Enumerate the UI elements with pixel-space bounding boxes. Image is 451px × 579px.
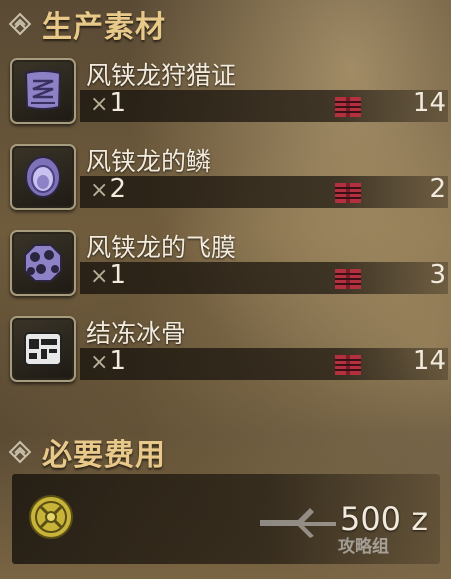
item-name: 风铗龙的飞膜 [86,233,237,262]
item-name: 风铗龙的鳞 [86,147,212,176]
material-row[interactable]: 风铗龙的鳞 ×2 2 [8,140,449,212]
owned-quantity: 14 [412,88,446,118]
item-quantity-bar: ×2 2 [80,174,448,208]
item-icon-frame [10,230,76,296]
material-row[interactable]: 风铗龙的飞膜 ×1 3 [8,226,449,298]
item-box-icon [335,183,361,203]
item-icon-frame [10,316,76,382]
item-name: 结冻冰骨 [86,319,187,348]
frozen-bone-icon [24,332,62,366]
watermark-text: 攻略组 [338,537,389,557]
scale-icon [25,156,61,198]
item-box-icon [335,97,361,117]
item-quantity-bar: ×1 14 [80,346,448,380]
required-quantity: ×2 [90,174,126,204]
owned-quantity: 3 [429,260,446,290]
material-row[interactable]: 风铗龙狩猎证 ×1 14 [8,54,449,126]
wing-membrane-icon [24,244,62,282]
required-quantity: ×1 [90,88,126,118]
material-row[interactable]: 结冻冰骨 ×1 14 [8,312,449,384]
item-quantity-bar: ×1 14 [80,88,448,122]
materials-header: 生产素材 [8,2,166,46]
item-box-icon [335,269,361,289]
owned-quantity: 2 [429,174,446,204]
section-diamond-icon [8,440,32,464]
owned-quantity: 14 [412,346,446,376]
required-quantity: ×1 [90,346,126,376]
watermark-logo-icon [260,508,336,538]
item-name: 风铗龙狩猎证 [86,61,237,90]
zenny-coin-icon [29,495,73,539]
section-diamond-icon [8,12,32,36]
cost-title: 必要费用 [42,438,166,473]
item-icon-frame [10,144,76,210]
item-box-icon [335,355,361,375]
hunting-certificate-icon [24,70,62,110]
item-quantity-bar: ×1 3 [80,260,448,294]
required-quantity: ×1 [90,260,126,290]
cost-header: 必要费用 [8,430,166,474]
materials-title: 生产素材 [42,10,166,45]
item-icon-frame [10,58,76,124]
